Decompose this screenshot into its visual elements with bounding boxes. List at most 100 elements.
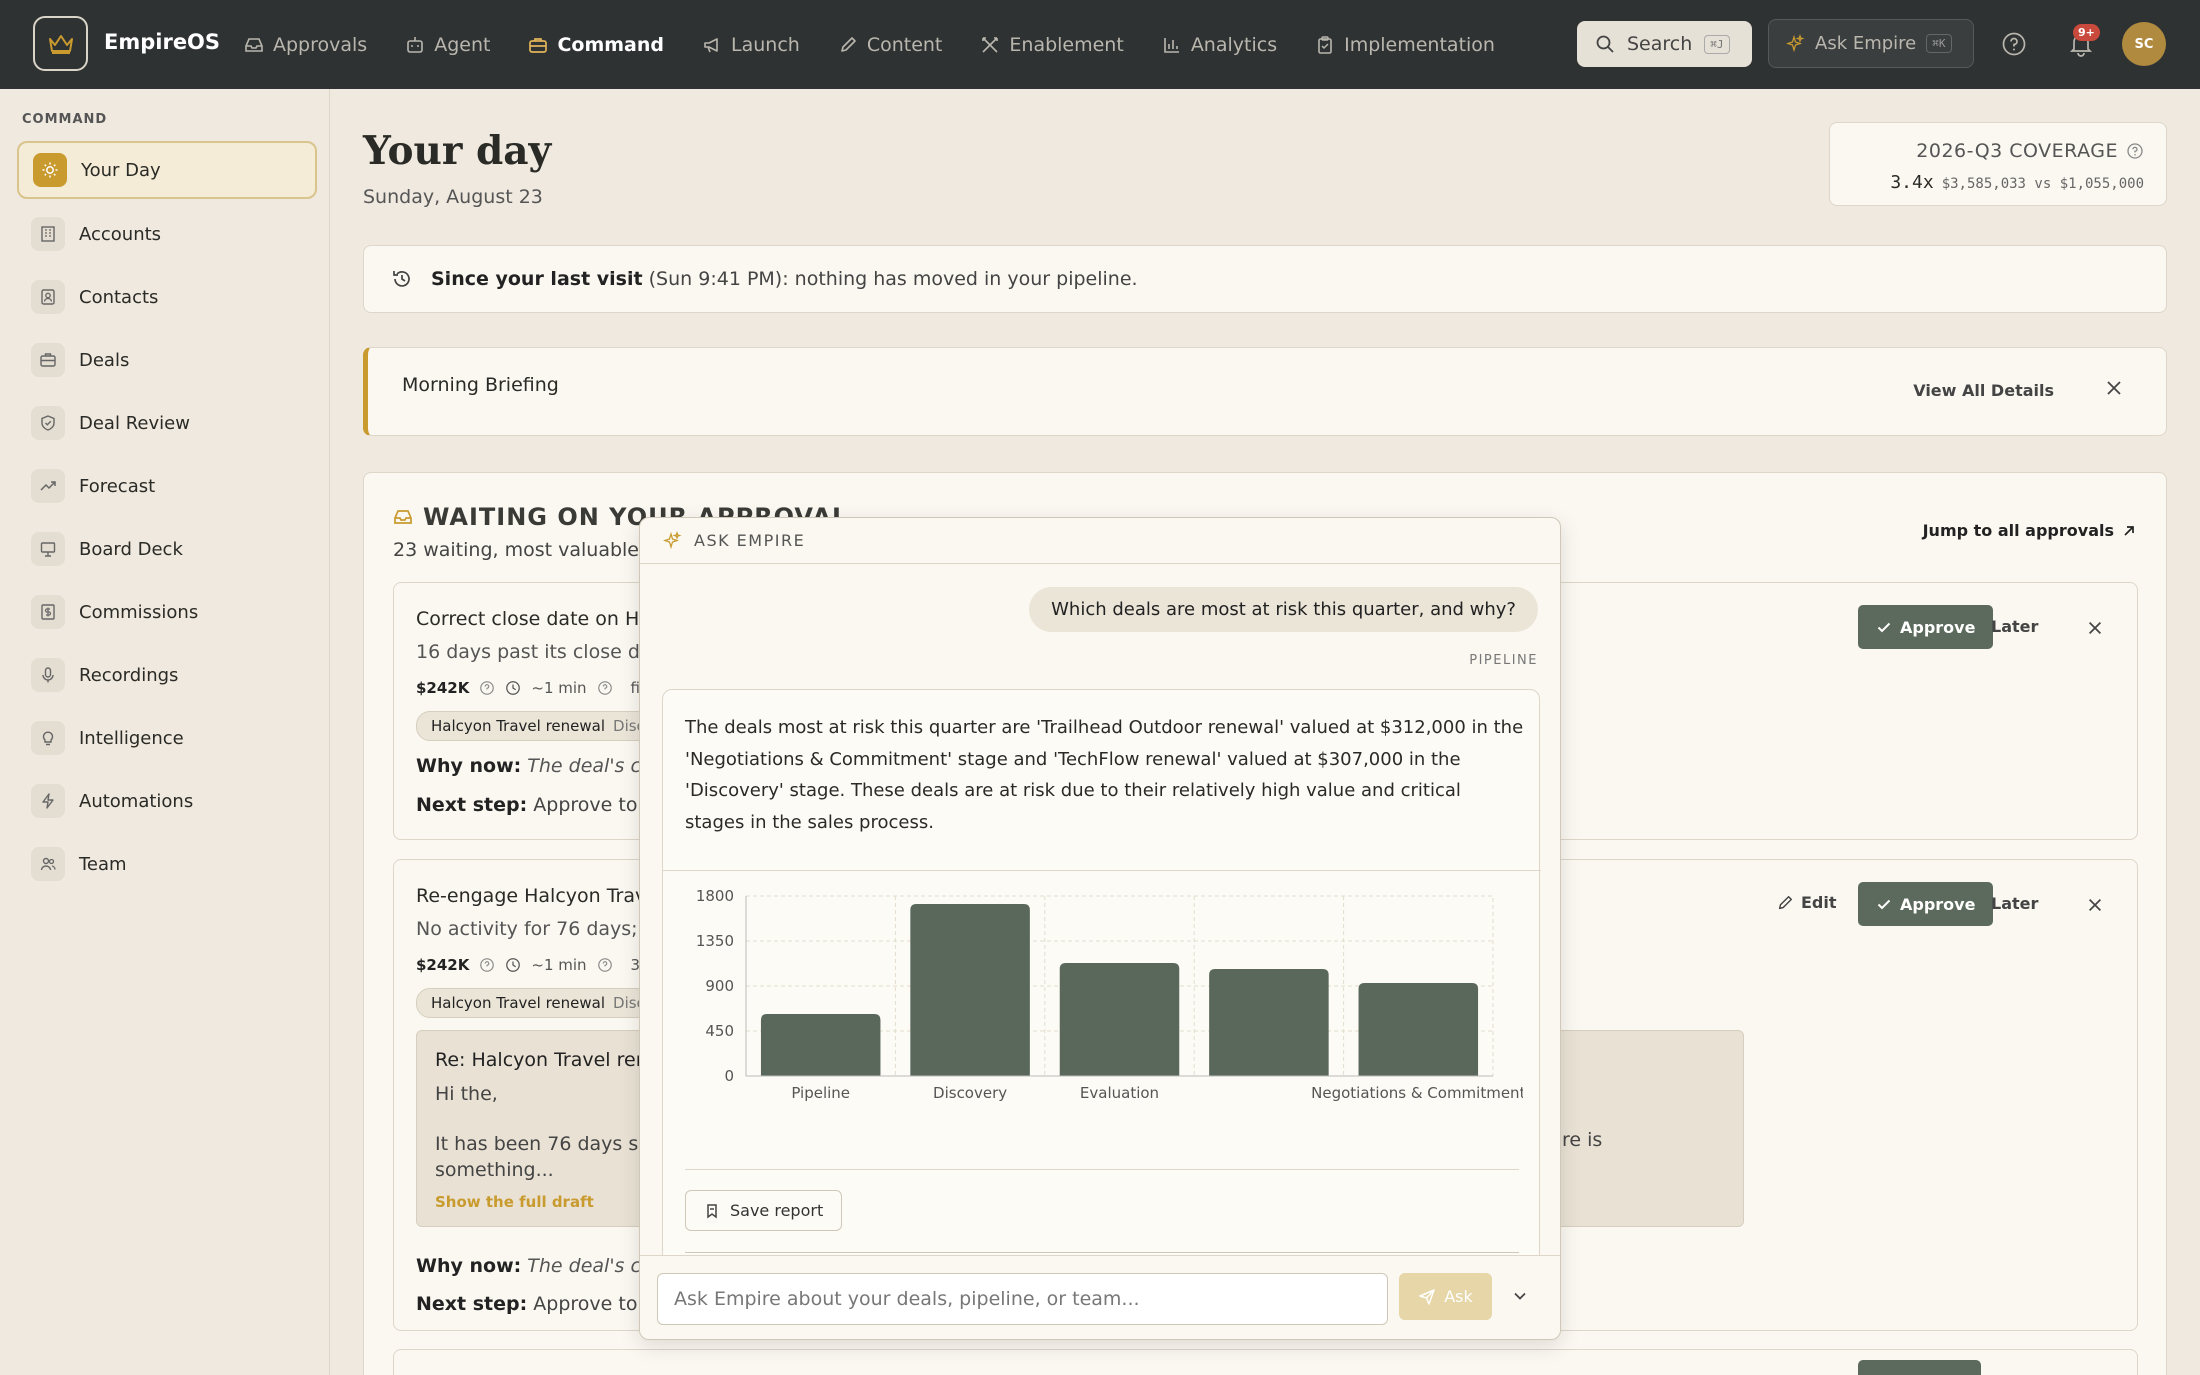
y-tick-label: 1800 (696, 887, 734, 905)
sidebar-item-recordings[interactable]: Recordings (17, 646, 317, 704)
close-icon[interactable] (2086, 619, 2104, 637)
approve-label: Approve (1900, 617, 1976, 637)
nav-agent[interactable]: Agent (405, 34, 490, 56)
show-full-draft-link[interactable]: Show the full draft (435, 1193, 594, 1211)
sidebar-item-label: Team (79, 853, 127, 875)
brand-name[interactable]: EmpireOS (104, 30, 220, 54)
help-icon[interactable] (597, 957, 613, 973)
nav-content[interactable]: Content (838, 33, 943, 56)
jump-label: Jump to all approvals (1922, 521, 2114, 540)
ask-input[interactable] (657, 1273, 1388, 1325)
approve-button[interactable]: Approve (1858, 605, 1994, 649)
main-nav: Approvals Agent Command Launch Content E… (244, 0, 1533, 89)
sidebar-item-label: Accounts (79, 223, 162, 245)
chevron-down-icon[interactable] (1511, 1287, 1529, 1305)
nav-implementation[interactable]: Implementation (1315, 34, 1495, 56)
approval-title[interactable]: Re-engage Halcyon Travel (416, 885, 663, 907)
nav-command[interactable]: Command (528, 34, 664, 56)
nav-label: Content (866, 33, 943, 56)
nav-analytics[interactable]: Analytics (1162, 34, 1277, 56)
bar (760, 1014, 881, 1076)
nav-label: Agent (434, 33, 491, 56)
ask-send-button[interactable]: Ask (1399, 1273, 1492, 1320)
inbox-icon (394, 510, 412, 524)
approval-subtitle: No activity for 76 days; Pa (416, 918, 666, 940)
avatar[interactable]: SC (2122, 22, 2166, 66)
coverage-widget[interactable]: 2026-Q3 COVERAGE 3.4x $3,585,033 vs $1,0… (1829, 122, 2167, 206)
briefcase-icon (529, 37, 548, 53)
later-button[interactable]: Later (1991, 617, 2038, 636)
building-icon (41, 226, 55, 242)
shield-check-icon (41, 415, 55, 431)
sidebar-item-intelligence[interactable]: Intelligence (17, 709, 317, 767)
sidebar-item-board-deck[interactable]: Board Deck (17, 520, 317, 578)
clipboard-icon (1318, 35, 1332, 54)
nav-label: Launch (731, 33, 800, 56)
sidebar-item-contacts[interactable]: Contacts (17, 268, 317, 326)
approve-button[interactable] (1858, 1360, 1981, 1375)
x-tick-label: Evaluation (1080, 1084, 1159, 1102)
sidebar-item-accounts[interactable]: Accounts (17, 205, 317, 263)
help-icon[interactable] (597, 680, 613, 696)
since-bold: Since your last visit (431, 268, 643, 290)
bar (910, 904, 1030, 1076)
sidebar-item-deals[interactable]: Deals (17, 331, 317, 389)
help-icon[interactable] (2001, 31, 2027, 57)
tools-icon (982, 36, 999, 53)
sidebar-item-commissions[interactable]: Commissions (17, 583, 317, 641)
sidebar-item-deal-review[interactable]: Deal Review (17, 394, 317, 452)
crown-logo-icon[interactable] (33, 16, 88, 71)
nav-enablement[interactable]: Enablement (980, 34, 1124, 56)
microphone-icon (42, 667, 54, 683)
x-tick-label: Pipeline (791, 1084, 850, 1102)
pen-icon (1778, 895, 1793, 909)
time-estimate: ~1 min (531, 679, 587, 697)
help-icon[interactable] (2126, 142, 2144, 160)
dollar-doc-icon (41, 604, 55, 620)
chip-deal-name: Halcyon Travel renewal (431, 717, 606, 735)
help-icon[interactable] (479, 680, 495, 696)
ask-panel-title: ASK EMPIRE (694, 531, 806, 550)
sidebar-item-label: Deals (79, 349, 130, 371)
later-button[interactable]: Later (1991, 894, 2038, 913)
approval-subtitle: 16 days past its close date (416, 641, 671, 663)
save-report-button[interactable]: Save report (685, 1190, 843, 1231)
presentation-icon (40, 542, 56, 557)
chip-deal-name: Halcyon Travel renewal (431, 994, 606, 1012)
robot-icon (407, 36, 424, 53)
sidebar-item-team[interactable]: Team (17, 835, 317, 893)
close-icon[interactable] (2086, 896, 2104, 914)
approval-card (393, 1349, 2138, 1375)
page-title: Your day (363, 128, 552, 174)
lightbulb-icon (42, 731, 54, 746)
help-icon[interactable] (479, 957, 495, 973)
inbox-icon (245, 37, 263, 52)
sparkle-icon (662, 530, 682, 549)
sidebar-item-label: Commissions (79, 601, 199, 623)
nav-launch[interactable]: Launch (702, 34, 800, 56)
sidebar-item-automations[interactable]: Automations (17, 772, 317, 830)
search-button[interactable]: Search ⌘J (1577, 21, 1752, 67)
pen-icon (841, 36, 856, 52)
sidebar-item-your-day[interactable]: Your Day (17, 141, 317, 199)
nav-label: Implementation (1344, 33, 1495, 56)
page-date: Sunday, August 23 (363, 186, 543, 208)
top-navigation-bar: EmpireOS Approvals Agent Command Launch … (0, 0, 2200, 89)
close-icon[interactable] (2104, 378, 2124, 398)
ask-input-bar: Ask (640, 1255, 1560, 1339)
ask-panel-header: ASK EMPIRE (640, 518, 1560, 564)
approval-meta: $242K ~1 min 30d (416, 956, 659, 974)
sidebar-item-forecast[interactable]: Forecast (17, 457, 317, 515)
sparkle-icon (1785, 33, 1805, 52)
approve-button[interactable]: Approve (1858, 882, 1994, 926)
bar (1059, 963, 1180, 1076)
morning-briefing-card: Morning Briefing View All Details (363, 347, 2167, 436)
jump-to-approvals-link[interactable]: Jump to all approvals (1923, 521, 2136, 540)
nav-approvals[interactable]: Approvals (244, 34, 367, 56)
bar-chart-icon (1164, 37, 1179, 53)
nav-label: Approvals (273, 33, 368, 56)
ask-empire-button[interactable]: Ask Empire ⌘K (1768, 19, 1974, 68)
view-all-details-link[interactable]: View All Details (1913, 381, 2054, 400)
edit-button[interactable]: Edit (1776, 893, 1837, 912)
history-icon (393, 271, 410, 287)
